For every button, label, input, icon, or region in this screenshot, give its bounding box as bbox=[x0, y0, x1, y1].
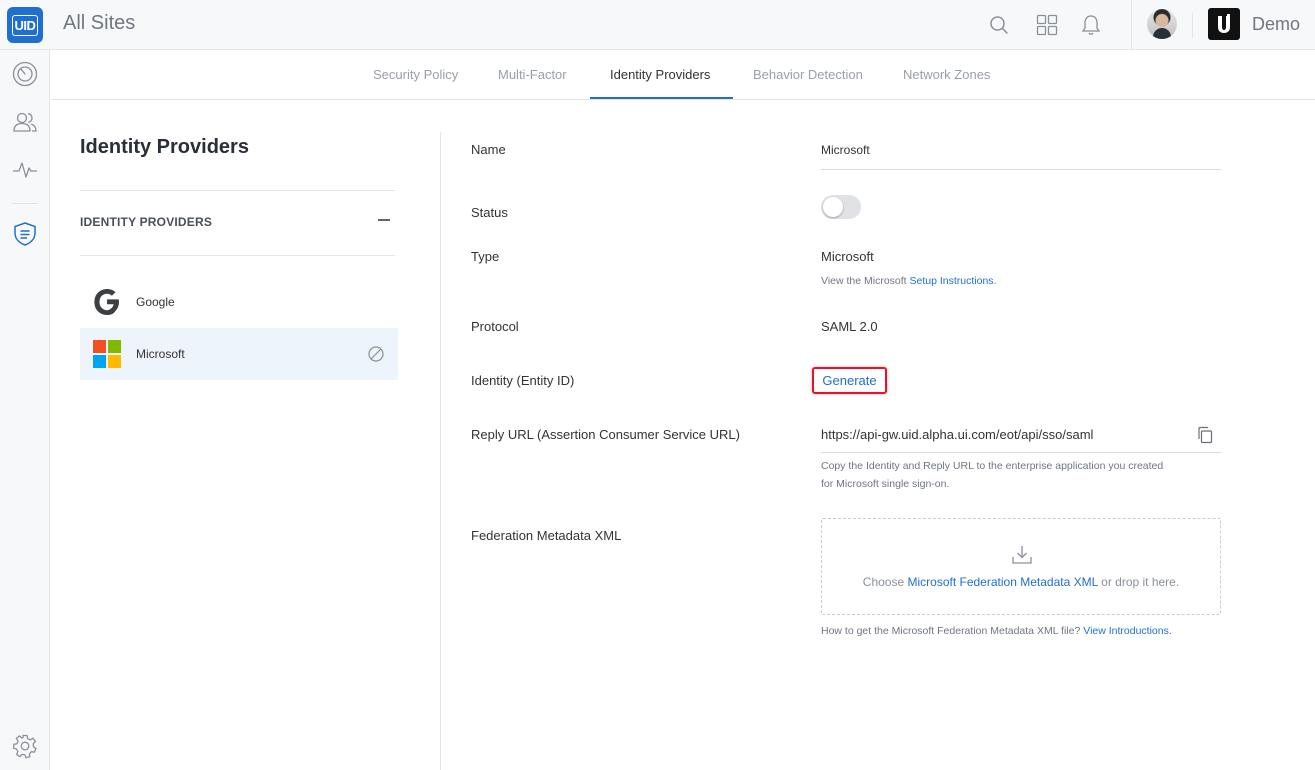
reply-url-underline bbox=[821, 452, 1221, 453]
settings-gear-icon[interactable] bbox=[12, 733, 38, 759]
provider-item-google[interactable]: Google bbox=[80, 276, 398, 328]
microsoft-logo-icon bbox=[93, 340, 123, 370]
identity-providers-section-heading: IDENTITY PROVIDERS bbox=[80, 215, 213, 229]
tab-behavior-detection[interactable]: Behavior Detection bbox=[753, 50, 863, 100]
reply-url-field[interactable]: https://api-gw.uid.alpha.ui.com/eot/api/… bbox=[821, 427, 1093, 442]
tab-bar: Security Policy Multi-Factor Identity Pr… bbox=[51, 50, 1315, 100]
view-introductions-link[interactable]: View Introductions. bbox=[1083, 625, 1172, 637]
panel-divider bbox=[80, 255, 395, 256]
top-bar: UID All Sites Demo bbox=[0, 0, 1315, 50]
entity-id-label: Identity (Entity ID) bbox=[471, 373, 575, 388]
user-avatar[interactable] bbox=[1147, 9, 1177, 39]
generate-entity-id-button[interactable]: Generate bbox=[812, 367, 887, 394]
metadata-hint: How to get the Microsoft Federation Meta… bbox=[821, 622, 1172, 640]
copy-icon[interactable] bbox=[1196, 426, 1214, 444]
panel-vertical-divider bbox=[440, 132, 441, 770]
security-shield-icon[interactable] bbox=[12, 221, 38, 247]
search-icon[interactable] bbox=[987, 13, 1011, 37]
disabled-status-icon[interactable] bbox=[368, 346, 384, 362]
notifications-bell-icon[interactable] bbox=[1079, 13, 1103, 37]
metadata-xml-label: Federation Metadata XML bbox=[471, 528, 622, 543]
name-field-underline bbox=[821, 169, 1221, 170]
dropzone-text: Choose Microsoft Federation Metadata XML… bbox=[822, 575, 1220, 589]
provider-label: Google bbox=[136, 295, 175, 309]
site-selector-title[interactable]: All Sites bbox=[63, 12, 135, 35]
type-value: Microsoft bbox=[821, 249, 874, 264]
metadata-file-dropzone[interactable]: Choose Microsoft Federation Metadata XML… bbox=[821, 518, 1221, 615]
type-hint-suffix: . bbox=[993, 275, 997, 287]
protocol-value: SAML 2.0 bbox=[821, 319, 878, 334]
users-icon[interactable] bbox=[12, 109, 38, 135]
collapse-section-button[interactable] bbox=[376, 212, 392, 228]
type-label: Type bbox=[471, 249, 500, 264]
app-logo[interactable]: UID bbox=[7, 7, 43, 43]
drop-suffix: or drop it here. bbox=[1097, 575, 1180, 589]
header-divider bbox=[1131, 0, 1132, 50]
app-logo-text: UID bbox=[11, 14, 39, 36]
tab-identity-providers[interactable]: Identity Providers bbox=[610, 50, 710, 100]
protocol-label: Protocol bbox=[471, 319, 519, 334]
rail-divider bbox=[12, 203, 38, 204]
tab-security-policy[interactable]: Security Policy bbox=[373, 50, 458, 100]
provider-label: Microsoft bbox=[136, 347, 185, 361]
activity-pulse-icon[interactable] bbox=[12, 157, 38, 183]
status-toggle[interactable] bbox=[821, 195, 861, 219]
reply-hint-line2: for Microsoft single sign-on. bbox=[821, 478, 950, 490]
type-hint-prefix: View the Microsoft bbox=[821, 275, 910, 287]
google-logo-icon bbox=[92, 287, 122, 317]
name-label: Name bbox=[471, 142, 506, 157]
active-tab-indicator bbox=[590, 97, 733, 99]
tab-network-zones[interactable]: Network Zones bbox=[903, 50, 990, 100]
org-name[interactable]: Demo bbox=[1252, 14, 1300, 35]
apps-grid-icon[interactable] bbox=[1035, 13, 1059, 37]
toggle-knob bbox=[823, 197, 843, 217]
org-logo[interactable] bbox=[1208, 8, 1240, 40]
choose-file-link[interactable]: Microsoft Federation Metadata XML bbox=[908, 575, 1098, 589]
reply-url-label: Reply URL (Assertion Consumer Service UR… bbox=[471, 427, 740, 442]
provider-item-microsoft[interactable]: Microsoft bbox=[80, 328, 398, 380]
setup-instructions-link[interactable]: Setup Instructions bbox=[910, 275, 994, 287]
header-divider bbox=[1192, 12, 1193, 38]
tab-multi-factor[interactable]: Multi-Factor bbox=[498, 50, 567, 100]
panel-title: Identity Providers bbox=[80, 136, 249, 158]
download-tray-icon bbox=[1011, 544, 1033, 566]
panel-divider bbox=[80, 190, 395, 191]
drop-prefix: Choose bbox=[862, 575, 908, 589]
reply-url-hint: Copy the Identity and Reply URL to the e… bbox=[821, 457, 1163, 493]
metadata-hint-prefix: How to get the Microsoft Federation Meta… bbox=[821, 625, 1084, 637]
reply-hint-line1: Copy the Identity and Reply URL to the e… bbox=[821, 460, 1164, 472]
type-hint: View the Microsoft Setup Instructions. bbox=[821, 272, 996, 290]
left-navigation-rail bbox=[0, 50, 50, 770]
status-label: Status bbox=[471, 205, 508, 220]
dashboard-gauge-icon[interactable] bbox=[12, 61, 38, 87]
name-field[interactable]: Microsoft bbox=[821, 143, 870, 157]
